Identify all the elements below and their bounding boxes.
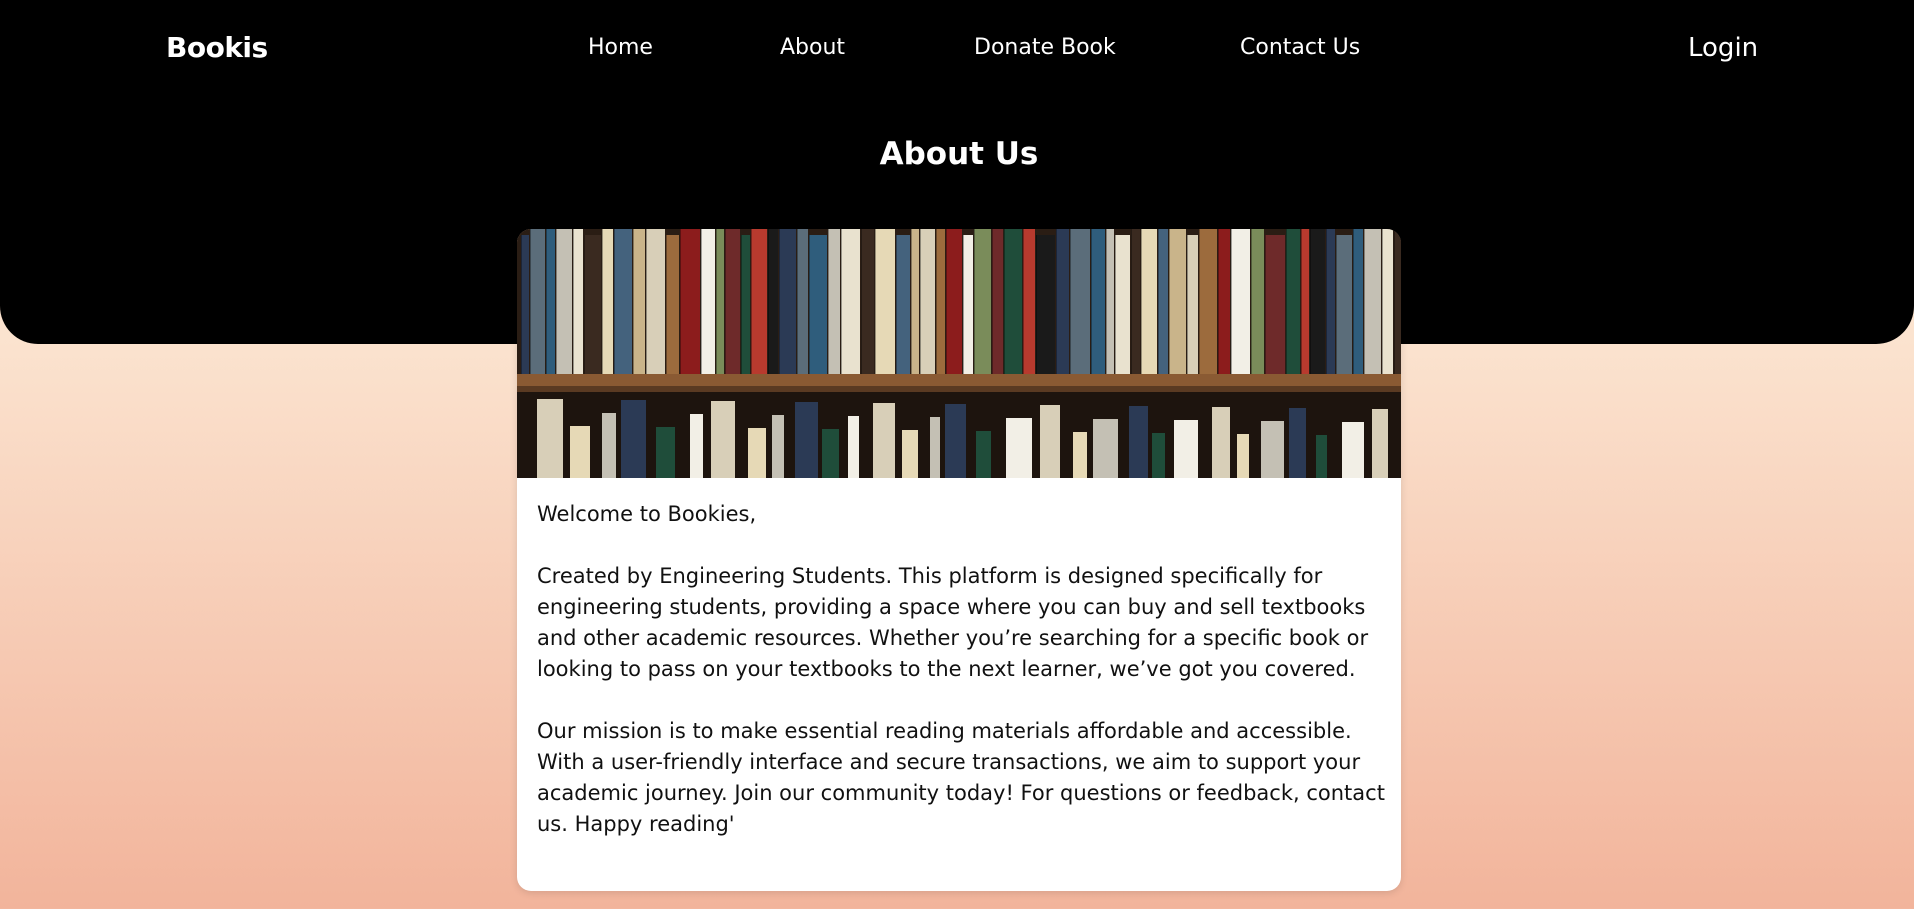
- about-card: Welcome to Bookies, Created by Engineeri…: [517, 229, 1401, 891]
- nav-donate-book-link[interactable]: Donate Book: [974, 32, 1116, 64]
- welcome-paragraph: Welcome to Bookies,: [537, 502, 757, 526]
- nav-home-link[interactable]: Home: [588, 32, 653, 64]
- login-link[interactable]: Login: [1688, 30, 1758, 66]
- bookshelf-image: [517, 229, 1401, 478]
- bookshelf-photo-icon: [517, 229, 1401, 478]
- intro-paragraph: Created by Engineering Students. This pl…: [537, 564, 1369, 681]
- about-text: Welcome to Bookies, Created by Engineeri…: [537, 499, 1387, 871]
- mission-paragraph: Our mission is to make essential reading…: [537, 719, 1385, 836]
- page-title: About Us: [879, 136, 1039, 172]
- nav-contact-us-link[interactable]: Contact Us: [1240, 32, 1360, 64]
- brand-logo[interactable]: Bookis: [166, 30, 268, 66]
- nav-about-link[interactable]: About: [780, 32, 845, 64]
